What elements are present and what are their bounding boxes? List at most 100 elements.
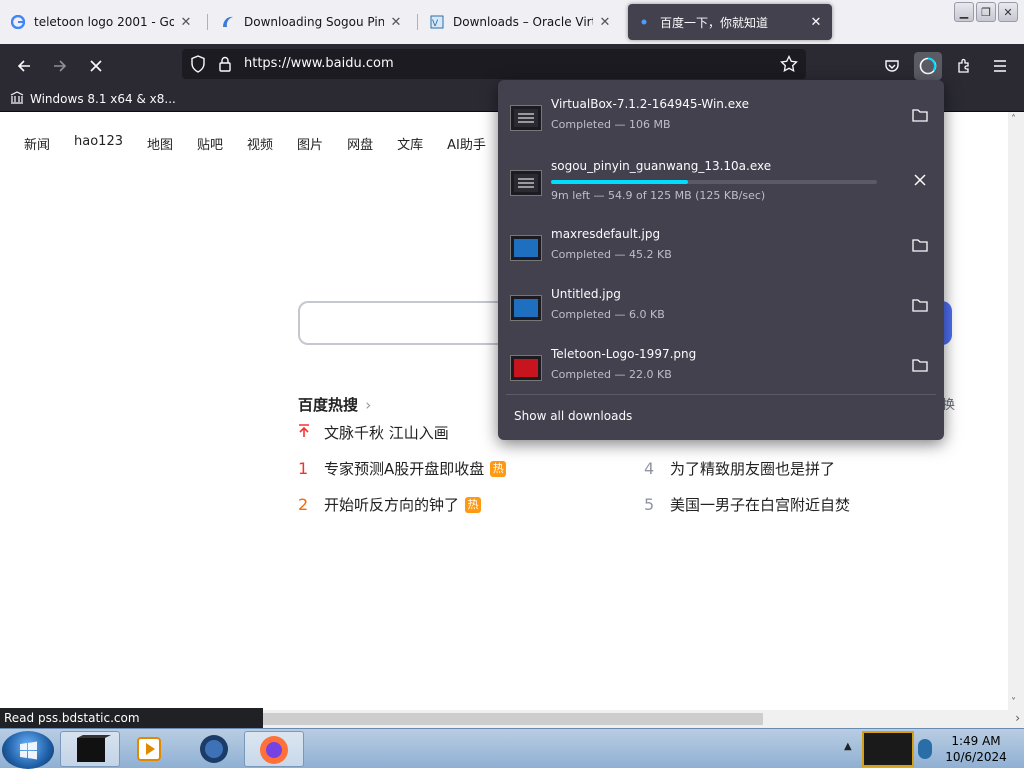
download-item[interactable]: VirtualBox-7.1.2-164945-Win.exe Complete… <box>498 85 944 145</box>
nav-link[interactable]: 地图 <box>147 134 173 153</box>
google-icon <box>10 14 26 30</box>
chevron-right-icon: › <box>365 396 372 414</box>
tab-google[interactable]: teletoon logo 2001 - Google ✕ <box>2 4 202 40</box>
image-file-icon <box>510 235 542 261</box>
close-tab-icon[interactable]: ✕ <box>808 14 824 30</box>
download-status: Completed — 106 MB <box>551 118 671 131</box>
taskbar-virtualbox-icon[interactable] <box>60 731 120 767</box>
download-filename: sogou_pinyin_guanwang_13.10a.exe <box>551 159 772 173</box>
download-filename: maxresdefault.jpg <box>551 227 661 241</box>
close-window-button[interactable]: ✕ <box>998 2 1018 22</box>
baidu-top-nav: 新闻 hao123 地图 贴吧 视频 图片 网盘 文库 AI助手 <box>24 134 510 153</box>
hot-item-pinned[interactable]: 文脉千秋 江山入画 <box>298 422 449 443</box>
horizontal-scrollbar[interactable]: › <box>263 710 1024 728</box>
volume-tray-icon[interactable] <box>918 739 932 759</box>
minimize-button[interactable]: ▁ <box>954 2 974 22</box>
pocket-icon[interactable] <box>878 52 906 80</box>
pin-top-icon <box>298 423 324 442</box>
url-text: https://www.baidu.com <box>244 56 394 71</box>
menu-icon[interactable] <box>986 52 1014 80</box>
download-item[interactable]: maxresdefault.jpg Completed — 45.2 KB <box>498 215 944 275</box>
nav-link[interactable]: 图片 <box>297 134 323 153</box>
nav-link[interactable]: 贴吧 <box>197 134 223 153</box>
extensions-icon[interactable] <box>950 52 978 80</box>
tab-title: Downloading Sogou Pinyin . <box>244 15 384 29</box>
tab-title: teletoon logo 2001 - Google <box>34 15 174 29</box>
download-filename: Untitled.jpg <box>551 287 621 301</box>
folder-icon[interactable] <box>910 295 930 315</box>
close-tab-icon[interactable]: ✕ <box>597 14 613 30</box>
loading-dot-icon <box>636 14 652 30</box>
tab-baidu[interactable]: 百度一下，你就知道 ✕ <box>628 4 832 40</box>
download-status: Completed — 6.0 KB <box>551 308 665 321</box>
exe-file-icon <box>510 170 542 196</box>
clock[interactable]: 1:49 AM 10/6/2024 <box>936 733 1016 765</box>
download-item-in-progress[interactable]: sogou_pinyin_guanwang_13.10a.exe 9m left… <box>498 150 944 210</box>
tab-separator <box>417 14 418 30</box>
scroll-down-icon[interactable]: ˅ <box>1011 697 1016 708</box>
svg-text:V: V <box>432 19 439 29</box>
tab-strip: teletoon logo 2001 - Google ✕ Downloadin… <box>0 0 1024 44</box>
lock-icon[interactable] <box>218 55 232 77</box>
nav-link[interactable]: hao123 <box>74 134 123 153</box>
vertical-scrollbar[interactable]: ˄ ˅ <box>1008 112 1024 710</box>
scroll-right-icon[interactable]: › <box>1015 711 1020 725</box>
download-item[interactable]: Teletoon-Logo-1997.png Completed — 22.0 … <box>498 335 944 395</box>
hot-item-text: 开始听反方向的钟了 <box>324 496 460 514</box>
show-all-downloads-button[interactable]: Show all downloads <box>514 409 632 423</box>
nav-link[interactable]: 视频 <box>247 134 273 153</box>
download-status: 9m left — 54.9 of 125 MB (125 KB/sec) <box>551 189 766 202</box>
url-bar[interactable]: https://www.baidu.com <box>182 49 806 79</box>
taskbar: ▲ 1:49 AM 10/6/2024 <box>0 728 1024 769</box>
folder-icon[interactable] <box>910 105 930 125</box>
bookmark-item[interactable]: Windows 8.1 x64 & x8... <box>10 90 176 107</box>
image-file-icon <box>510 355 542 381</box>
download-filename: Teletoon-Logo-1997.png <box>551 347 697 361</box>
nav-link[interactable]: 文库 <box>397 134 423 153</box>
download-status: Completed — 22.0 KB <box>551 368 672 381</box>
scroll-thumb[interactable] <box>263 713 763 725</box>
close-tab-icon[interactable]: ✕ <box>388 14 404 30</box>
taskbar-firefox-icon[interactable] <box>244 731 304 767</box>
taskbar-media-player-icon[interactable] <box>124 731 184 767</box>
folder-icon[interactable] <box>910 235 930 255</box>
hot-search-title[interactable]: 百度热搜 › <box>298 394 371 415</box>
show-hidden-icons-icon[interactable]: ▲ <box>844 741 852 752</box>
download-item[interactable]: Untitled.jpg Completed — 6.0 KB <box>498 275 944 335</box>
sogou-icon <box>220 14 236 30</box>
tab-sogou[interactable]: Downloading Sogou Pinyin . ✕ <box>212 4 412 40</box>
scroll-up-icon[interactable]: ˄ <box>1011 114 1016 125</box>
downloads-button[interactable] <box>914 52 942 80</box>
tab-title: 百度一下，你就知道 <box>660 15 769 30</box>
start-button[interactable] <box>2 731 54 769</box>
hot-item[interactable]: 4 为了精致朋友圈也是拼了 <box>644 458 835 479</box>
hot-search-title-text: 百度热搜 <box>298 396 359 414</box>
download-progress-icon <box>919 57 937 75</box>
taskbar-ie-icon[interactable] <box>186 731 246 767</box>
shield-icon[interactable] <box>190 55 206 77</box>
close-tab-icon[interactable]: ✕ <box>178 14 194 30</box>
downloads-panel: VirtualBox-7.1.2-164945-Win.exe Complete… <box>498 80 944 440</box>
back-button[interactable] <box>10 52 38 80</box>
bookmark-label: Windows 8.1 x64 & x8... <box>30 91 176 106</box>
stop-button[interactable] <box>82 52 110 80</box>
network-tray-icon[interactable] <box>862 731 914 767</box>
hot-item-text: 为了精致朋友圈也是拼了 <box>670 460 836 478</box>
bookmark-star-icon[interactable] <box>780 54 798 77</box>
image-file-icon <box>510 295 542 321</box>
cancel-icon[interactable] <box>910 170 930 190</box>
folder-icon[interactable] <box>910 355 930 375</box>
forward-button[interactable] <box>46 52 74 80</box>
nav-link[interactable]: 网盘 <box>347 134 373 153</box>
nav-link[interactable]: 新闻 <box>24 134 50 153</box>
exe-file-icon <box>510 105 542 131</box>
hot-item[interactable]: 5 美国一男子在白宫附近自焚 <box>644 494 850 515</box>
hot-item[interactable]: 2 开始听反方向的钟了 热 <box>298 494 482 515</box>
nav-link[interactable]: AI助手 <box>447 134 486 153</box>
bookmark-favicon-icon <box>10 90 24 107</box>
tab-virtualbox[interactable]: V Downloads – Oracle VirtualB ✕ <box>421 4 621 40</box>
maximize-button[interactable]: ❐ <box>976 2 996 22</box>
hot-item-rank: 4 <box>644 459 655 478</box>
hot-item-text: 美国一男子在白宫附近自焚 <box>670 496 851 514</box>
hot-item[interactable]: 1 专家预测A股开盘即收盘 热 <box>298 458 507 479</box>
